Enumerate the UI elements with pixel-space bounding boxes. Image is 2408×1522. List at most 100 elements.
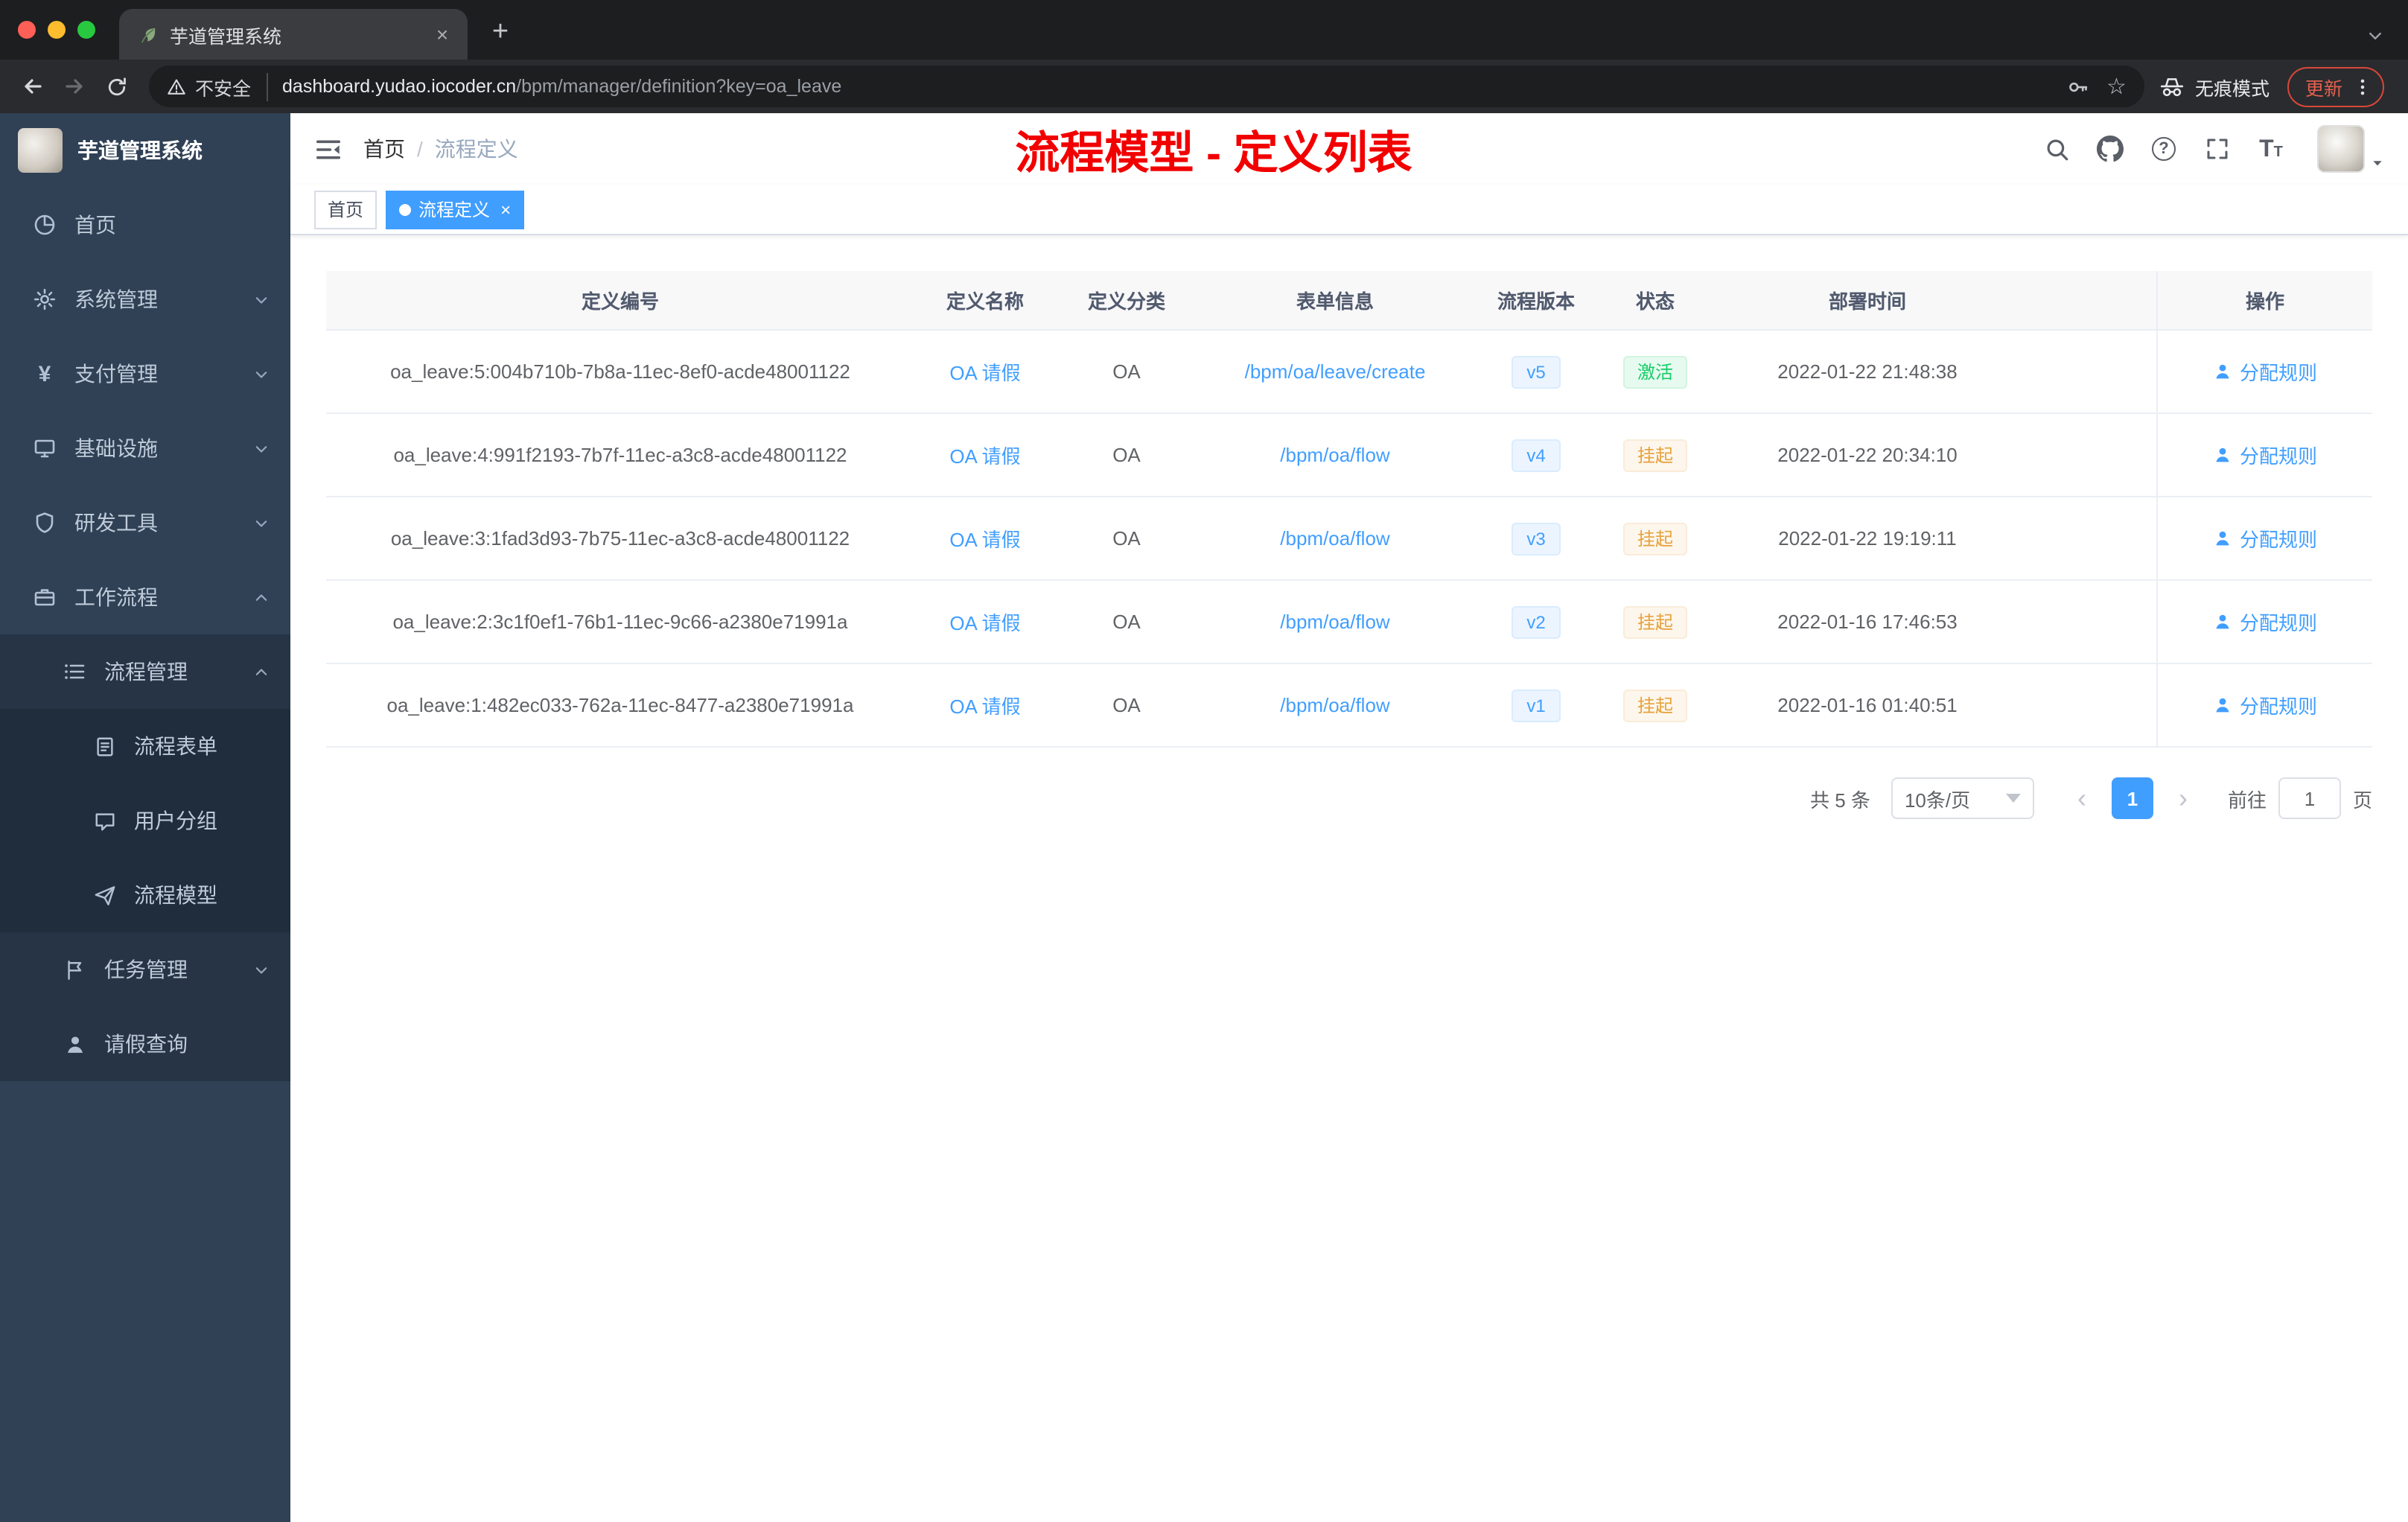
sidebar-item-label: 支付管理	[74, 362, 158, 386]
new-tab-button[interactable]: +	[480, 12, 521, 54]
assign-rule-link[interactable]: 分配规则	[2213, 691, 2317, 719]
tab-search-chevron-icon[interactable]	[2366, 27, 2384, 45]
site-security-info[interactable]: 不安全	[167, 72, 268, 101]
page-annotation: 流程模型 - 定义列表	[1015, 130, 1412, 179]
page-content: 定义编号 定义名称 定义分类 表单信息 流程版本 状态 部署时间 操作 oa_l…	[290, 235, 2408, 1522]
next-page-button[interactable]: ›	[2162, 777, 2204, 819]
form-info-link[interactable]: /bpm/oa/flow	[1280, 527, 1389, 550]
status-badge: 挂起	[1623, 689, 1686, 722]
breadcrumb-current: 流程定义	[434, 137, 518, 161]
status-badge: 挂起	[1623, 605, 1686, 638]
definition-name-link[interactable]: OA 请假	[949, 445, 1020, 468]
tag-close-icon[interactable]: ×	[500, 199, 511, 220]
warning-icon	[168, 78, 185, 94]
browser-toolbar: 不安全 dashboard.yudao.iocoder.cn/bpm/manag…	[0, 60, 2408, 113]
password-key-icon[interactable]	[2066, 75, 2089, 98]
incognito-indicator: 无痕模式	[2159, 72, 2270, 101]
sidebar-logo[interactable]: 芋道管理系统	[0, 113, 290, 188]
column-header-spacer	[2024, 271, 2156, 329]
tab-close-icon[interactable]: ×	[429, 21, 456, 48]
status-badge: 激活	[1623, 355, 1686, 388]
definition-name-link[interactable]: OA 请假	[949, 529, 1020, 551]
sidebar-item-user-group[interactable]: 用户分组	[0, 783, 290, 858]
search-icon[interactable]	[2043, 136, 2070, 162]
form-info-link[interactable]: /bpm/oa/flow	[1280, 694, 1389, 716]
github-icon[interactable]	[2097, 136, 2124, 162]
sidebar-item-payment[interactable]: ¥ 支付管理	[0, 337, 290, 411]
browser-update-button[interactable]: 更新	[2287, 66, 2384, 106]
definition-table: 定义编号 定义名称 定义分类 表单信息 流程版本 状态 部署时间 操作 oa_l…	[326, 271, 2372, 748]
user-avatar-menu[interactable]	[2317, 125, 2384, 173]
form-info-link[interactable]: /bpm/oa/flow	[1280, 444, 1389, 466]
chevron-down-icon	[253, 291, 270, 308]
version-badge: v5	[1512, 355, 1561, 388]
page-size-select[interactable]: 10条/页	[1891, 777, 2034, 819]
sidebar-item-devtools[interactable]: 研发工具	[0, 485, 290, 560]
prev-page-button[interactable]: ‹	[2061, 777, 2103, 819]
sidebar-item-workflow[interactable]: 工作流程	[0, 560, 290, 634]
caret-down-icon	[2371, 156, 2384, 170]
sidebar-item-label: 请假查询	[104, 1032, 188, 1056]
cell-deploy-time: 2022-01-22 19:19:11	[1778, 527, 1957, 550]
page-1-button[interactable]: 1	[2111, 777, 2153, 819]
table-row: oa_leave:4:991f2193-7b7f-11ec-a3c8-acde4…	[326, 414, 2372, 497]
chat-icon	[92, 809, 116, 832]
chevron-down-icon	[253, 440, 270, 456]
cell-category: OA	[1112, 694, 1141, 716]
sidebar-collapse-icon[interactable]	[314, 135, 343, 163]
tag-home[interactable]: 首页	[314, 190, 378, 229]
sidebar-item-leave-query[interactable]: 请假查询	[0, 1007, 290, 1081]
toolbar-right-controls: 无痕模式 更新	[2156, 66, 2396, 106]
definition-name-link[interactable]: OA 请假	[949, 362, 1020, 384]
assign-rule-link[interactable]: 分配规则	[2213, 524, 2317, 553]
briefcase-icon	[33, 585, 57, 609]
url-text: dashboard.yudao.iocoder.cn/bpm/manager/d…	[267, 76, 2066, 97]
column-header-form-info: 表单信息	[1296, 290, 1374, 313]
browser-tab[interactable]: 芋道管理系统 ×	[119, 9, 468, 60]
person-icon	[2216, 448, 2229, 462]
sidebar-item-process-model[interactable]: 流程模型	[0, 858, 290, 932]
breadcrumb-home[interactable]: 首页	[363, 134, 405, 164]
sidebar-item-infrastructure[interactable]: 基础设施	[0, 411, 290, 485]
cell-definition-id: oa_leave:4:991f2193-7b7f-11ec-a3c8-acde4…	[393, 444, 847, 466]
sidebar-item-label: 系统管理	[74, 287, 158, 311]
definition-name-link[interactable]: OA 请假	[949, 695, 1020, 718]
sidebar-item-system[interactable]: 系统管理	[0, 262, 290, 337]
sidebar-item-process-form[interactable]: 流程表单	[0, 709, 290, 783]
definition-name-link[interactable]: OA 请假	[949, 612, 1020, 634]
chevron-up-icon	[253, 589, 270, 605]
forward-button[interactable]	[54, 66, 95, 107]
window-controls	[0, 0, 119, 60]
cell-definition-id: oa_leave:2:3c1f0ef1-76b1-11ec-9c66-a2380…	[392, 611, 848, 633]
bookmark-star-icon[interactable]: ☆	[2106, 75, 2127, 98]
font-size-icon[interactable]: TT	[2258, 136, 2284, 162]
assign-rule-link[interactable]: 分配规则	[2213, 608, 2317, 636]
window-minimize-button[interactable]	[48, 21, 66, 39]
flag-icon	[63, 958, 86, 981]
reload-button[interactable]	[95, 66, 137, 107]
form-info-link[interactable]: /bpm/oa/leave/create	[1245, 360, 1426, 383]
sidebar-item-home[interactable]: 首页	[0, 188, 290, 262]
browser-menu-icon[interactable]	[2353, 77, 2372, 96]
pagination: 共 5 条 10条/页 ‹ 1 › 前往 页	[326, 777, 2372, 819]
sidebar-item-task-management[interactable]: 任务管理	[0, 932, 290, 1007]
url-host: dashboard.yudao.iocoder.cn	[282, 76, 517, 97]
window-close-button[interactable]	[18, 21, 36, 39]
address-bar-icons: ☆	[2066, 75, 2127, 98]
version-badge: v3	[1512, 522, 1561, 555]
tag-process-definition[interactable]: 流程定义 ×	[386, 190, 525, 229]
active-tag-dot	[399, 203, 412, 215]
back-button[interactable]	[12, 66, 54, 107]
form-info-link[interactable]: /bpm/oa/flow	[1280, 611, 1389, 633]
assign-rule-link[interactable]: 分配规则	[2213, 441, 2317, 469]
sidebar-item-process-management[interactable]: 流程管理	[0, 634, 290, 709]
security-label: 不安全	[195, 78, 252, 99]
goto-page-input[interactable]	[2278, 777, 2341, 819]
fullscreen-icon[interactable]	[2204, 136, 2231, 162]
browser-tab-strip: 芋道管理系统 × +	[0, 0, 2408, 60]
help-icon[interactable]: ?	[2150, 136, 2177, 162]
address-bar[interactable]: 不安全 dashboard.yudao.iocoder.cn/bpm/manag…	[149, 66, 2144, 107]
assign-rule-link[interactable]: 分配规则	[2213, 357, 2317, 386]
monitor-icon	[33, 436, 57, 460]
window-zoom-button[interactable]	[77, 21, 95, 39]
